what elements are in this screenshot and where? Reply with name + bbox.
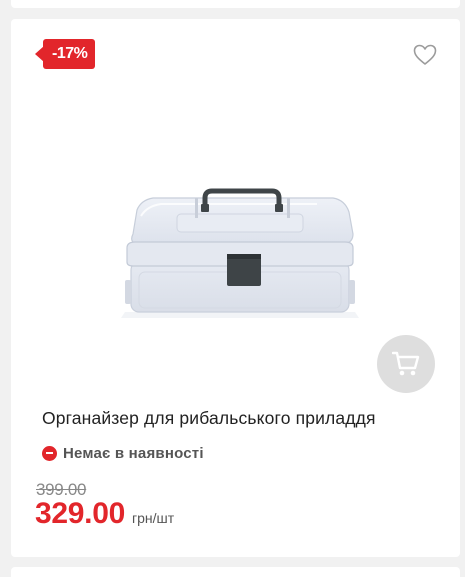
stock-status: Немає в наявності: [42, 444, 204, 462]
wishlist-button[interactable]: [412, 43, 438, 67]
product-card[interactable]: -17% Органайзер для рибальського приладд…: [11, 19, 460, 557]
product-image[interactable]: [117, 176, 363, 326]
product-title[interactable]: Органайзер для рибальського приладдя: [42, 408, 442, 429]
discount-badge: -17%: [34, 39, 96, 69]
stock-status-text: Немає в наявності: [63, 444, 204, 462]
heart-icon: [413, 44, 437, 65]
current-price: 329.00 грн/шт: [35, 497, 174, 531]
next-product-card: [11, 567, 460, 577]
previous-product-card: [11, 0, 460, 8]
minus-circle-icon: [42, 445, 57, 461]
price-unit: грн/шт: [131, 510, 175, 526]
add-to-cart-button[interactable]: [377, 335, 435, 393]
cart-icon: [392, 351, 420, 376]
price-value: 329.00: [35, 497, 125, 530]
